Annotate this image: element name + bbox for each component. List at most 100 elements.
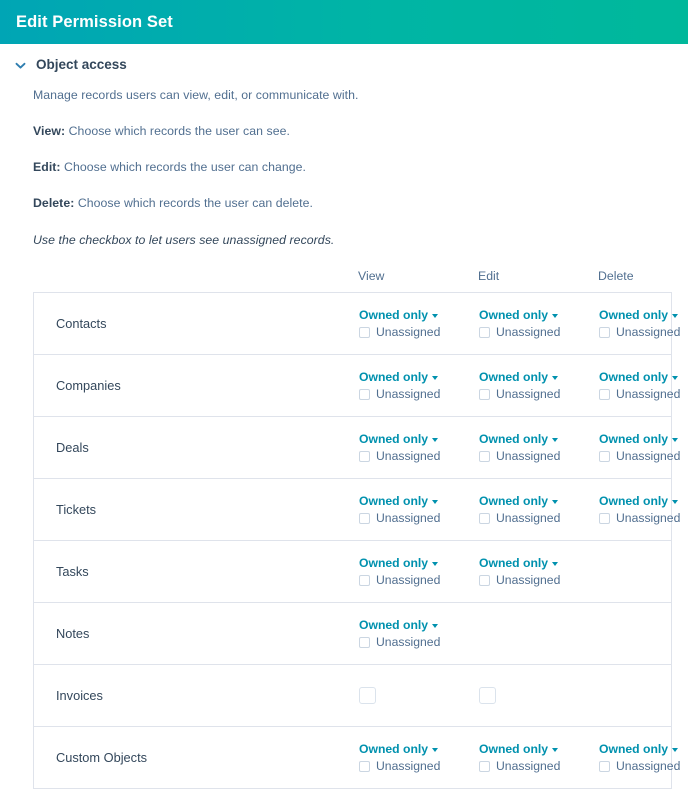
permission-dropdown[interactable]: Owned only (479, 742, 599, 756)
definition-delete: Delete: Choose which records the user ca… (33, 196, 674, 210)
unassigned-checkbox[interactable] (479, 388, 490, 400)
unassigned-checkbox-row[interactable]: Unassigned (359, 449, 479, 463)
definition-edit: Edit: Choose which records the user can … (33, 160, 674, 174)
unassigned-checkbox[interactable] (599, 760, 610, 772)
permission-dropdown-label: Owned only (479, 432, 549, 446)
unassigned-checkbox-row[interactable]: Unassigned (479, 759, 599, 773)
unassigned-checkbox[interactable] (479, 760, 490, 772)
table-row: Invoices (34, 665, 671, 727)
permission-dropdown-label: Owned only (479, 742, 549, 756)
permission-dropdown-label: Owned only (359, 556, 429, 570)
permission-dropdown[interactable]: Owned only (599, 432, 688, 446)
unassigned-checkbox-row[interactable]: Unassigned (599, 325, 688, 339)
checkbox-hint: Use the checkbox to let users see unassi… (33, 233, 335, 247)
permission-cell-view: Owned only Unassigned (359, 742, 479, 773)
caret-down-icon (672, 748, 679, 752)
permission-dropdown[interactable]: Owned only (359, 556, 479, 570)
unassigned-checkbox[interactable] (479, 512, 490, 524)
table-row: Notes Owned only Unassigned (34, 603, 671, 665)
unassigned-checkbox[interactable] (479, 326, 490, 338)
object-name: Deals (56, 440, 89, 455)
object-name: Tasks (56, 564, 89, 579)
unassigned-checkbox-row[interactable]: Unassigned (479, 325, 599, 339)
permission-dropdown-label: Owned only (359, 494, 429, 508)
caret-down-icon (672, 314, 679, 318)
permission-dropdown-label: Owned only (479, 370, 549, 384)
unassigned-checkbox[interactable] (359, 636, 370, 648)
unassigned-checkbox-row[interactable]: Unassigned (599, 511, 688, 525)
object-name: Companies (56, 378, 121, 393)
object-name: Contacts (56, 316, 107, 331)
chevron-down-icon[interactable] (14, 59, 27, 72)
permission-dropdown[interactable]: Owned only (479, 370, 599, 384)
unassigned-checkbox[interactable] (599, 326, 610, 338)
permission-cell-view: Owned only Unassigned (359, 494, 479, 525)
unassigned-checkbox-row[interactable]: Unassigned (359, 635, 479, 649)
unassigned-checkbox[interactable] (359, 574, 370, 586)
unassigned-checkbox[interactable] (599, 512, 610, 524)
caret-down-icon (552, 500, 559, 504)
table-column-headers: View Edit Delete (33, 269, 672, 283)
unassigned-checkbox-row[interactable]: Unassigned (479, 449, 599, 463)
unassigned-checkbox-row[interactable]: Unassigned (479, 573, 599, 587)
permission-dropdown[interactable]: Owned only (479, 308, 599, 322)
permission-dropdown[interactable]: Owned only (359, 494, 479, 508)
unassigned-checkbox-row[interactable]: Unassigned (359, 511, 479, 525)
permission-dropdown-label: Owned only (359, 432, 429, 446)
column-header-edit: Edit (478, 269, 500, 283)
unassigned-checkbox-label: Unassigned (496, 759, 561, 773)
unassigned-checkbox[interactable] (359, 326, 370, 338)
caret-down-icon (552, 748, 559, 752)
unassigned-checkbox[interactable] (359, 450, 370, 462)
unassigned-checkbox[interactable] (599, 388, 610, 400)
permission-dropdown-label: Owned only (599, 370, 669, 384)
definition-edit-term: Edit: (33, 160, 61, 174)
unassigned-checkbox-row[interactable]: Unassigned (359, 325, 479, 339)
permission-dropdown[interactable]: Owned only (359, 432, 479, 446)
permission-dropdown[interactable]: Owned only (359, 742, 479, 756)
object-name: Custom Objects (56, 750, 148, 765)
permission-dropdown[interactable]: Owned only (359, 618, 479, 632)
permission-cell-edit: Owned only Unassigned (479, 742, 599, 773)
permission-dropdown[interactable]: Owned only (599, 494, 688, 508)
unassigned-checkbox-row[interactable]: Unassigned (359, 759, 479, 773)
unassigned-checkbox-row[interactable]: Unassigned (599, 387, 688, 401)
window-header: Edit Permission Set (0, 0, 688, 44)
permission-dropdown-label: Owned only (599, 308, 669, 322)
unassigned-checkbox-row[interactable]: Unassigned (599, 759, 688, 773)
unassigned-checkbox-row[interactable]: Unassigned (359, 573, 479, 587)
permission-cell-view (359, 687, 479, 704)
unassigned-checkbox-row[interactable]: Unassigned (479, 511, 599, 525)
permission-dropdown[interactable]: Owned only (359, 308, 479, 322)
unassigned-checkbox[interactable] (359, 388, 370, 400)
unassigned-checkbox[interactable] (479, 450, 490, 462)
caret-down-icon (432, 562, 439, 566)
permission-dropdown[interactable]: Owned only (599, 308, 688, 322)
permission-checkbox[interactable] (359, 687, 376, 704)
permission-dropdown[interactable]: Owned only (599, 370, 688, 384)
permission-dropdown[interactable]: Owned only (479, 556, 599, 570)
unassigned-checkbox-row[interactable]: Unassigned (599, 449, 688, 463)
table-row: Custom Objects Owned only Unassigned Owned … (34, 727, 680, 789)
unassigned-checkbox-row[interactable]: Unassigned (359, 387, 479, 401)
permission-dropdown-label: Owned only (479, 494, 549, 508)
permission-checkbox[interactable] (479, 687, 496, 704)
unassigned-checkbox[interactable] (359, 760, 370, 772)
permission-cell-edit: Owned only Unassigned (479, 370, 599, 401)
permission-dropdown-label: Owned only (359, 618, 429, 632)
permission-dropdown[interactable]: Owned only (359, 370, 479, 384)
permission-dropdown-label: Owned only (479, 308, 549, 322)
caret-down-icon (672, 500, 679, 504)
unassigned-checkbox[interactable] (359, 512, 370, 524)
permission-dropdown[interactable]: Owned only (479, 432, 599, 446)
unassigned-checkbox[interactable] (479, 574, 490, 586)
unassigned-checkbox[interactable] (599, 450, 610, 462)
permission-dropdown[interactable]: Owned only (479, 494, 599, 508)
unassigned-checkbox-row[interactable]: Unassigned (479, 387, 599, 401)
caret-down-icon (552, 562, 559, 566)
permission-cell-edit: Owned only Unassigned (479, 556, 599, 587)
object-access-section-toggle[interactable]: Object access (0, 44, 688, 72)
permission-cell-view: Owned only Unassigned (359, 556, 479, 587)
permission-dropdown[interactable]: Owned only (599, 742, 688, 756)
unassigned-checkbox-label: Unassigned (616, 449, 681, 463)
